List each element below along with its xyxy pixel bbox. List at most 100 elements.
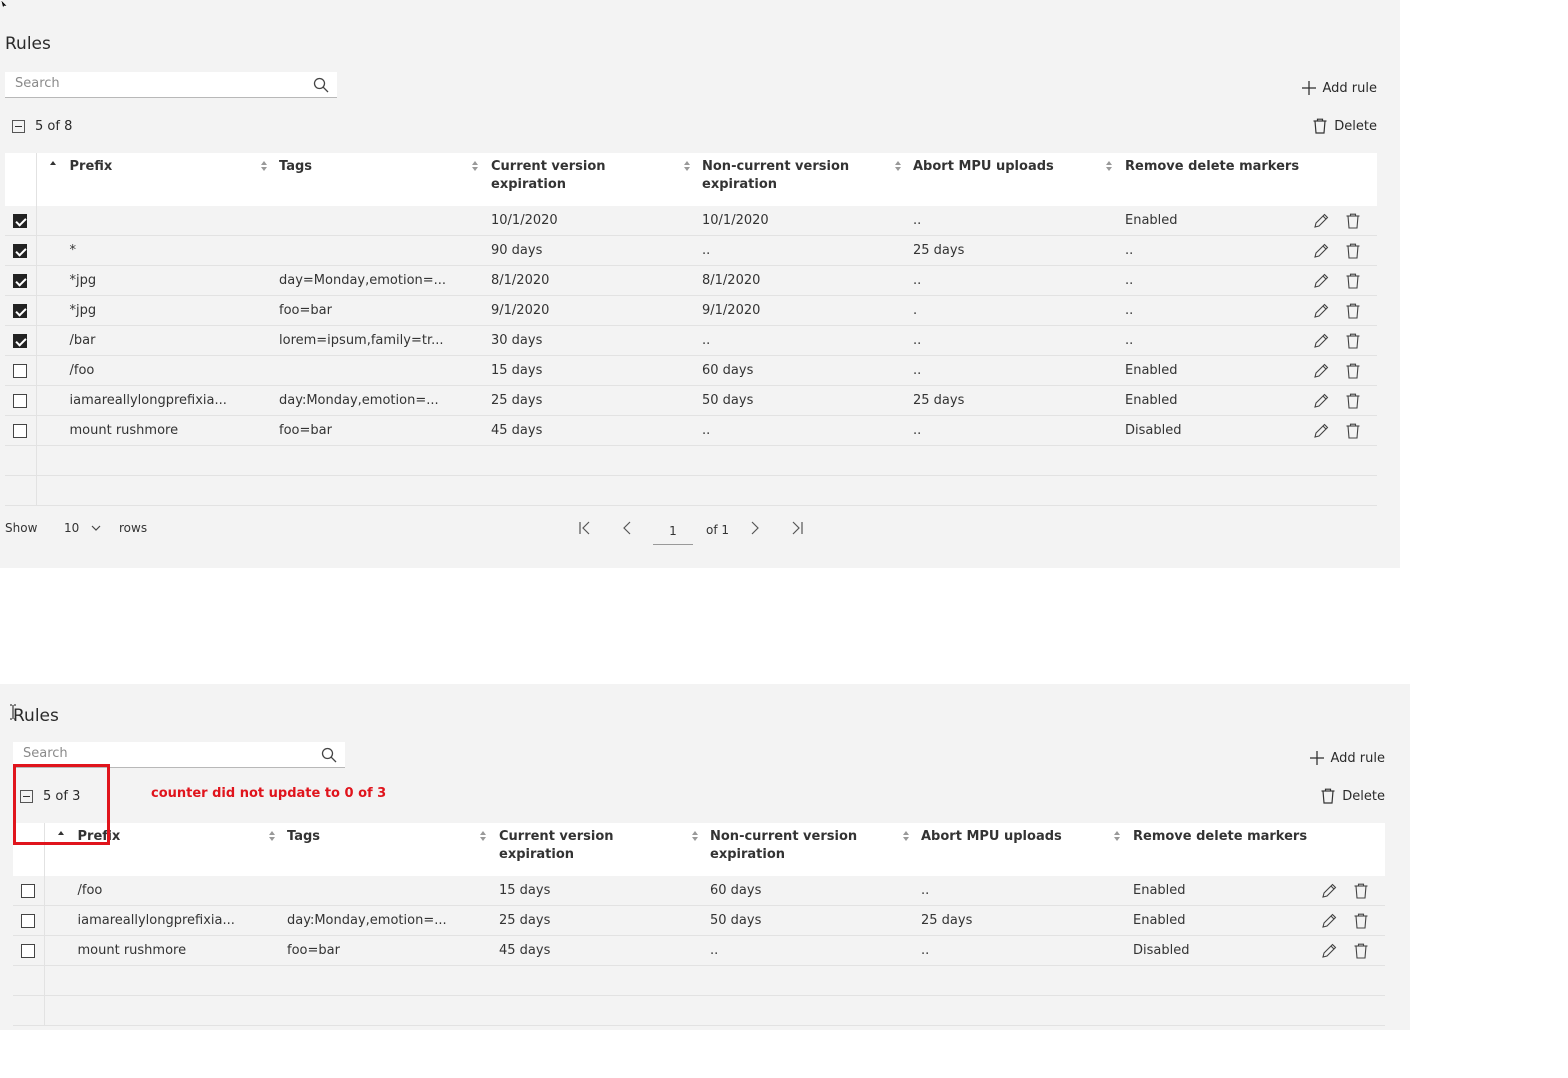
cell-abort: 25 days	[913, 385, 1125, 416]
pencil-icon[interactable]	[1313, 363, 1329, 379]
row-checkbox[interactable]	[21, 943, 36, 958]
deselect-all-checkbox[interactable]	[12, 120, 25, 133]
row-checkbox[interactable]	[13, 423, 28, 438]
trash-icon[interactable]	[1353, 943, 1369, 959]
rules-table: Prefix Tags Current version expiration N…	[13, 823, 1386, 1026]
table-row[interactable]: iamareallylongprefixia... day:Monday,emot…	[13, 905, 1386, 936]
row-checkbox[interactable]	[13, 363, 28, 378]
row-checkbox[interactable]	[13, 303, 28, 318]
table-row[interactable]: /foo 15 days 60 days.. Enabled	[13, 876, 1386, 906]
page-number-input[interactable]: 1	[653, 518, 693, 545]
trash-icon[interactable]	[1345, 363, 1361, 379]
trash-icon[interactable]	[1345, 243, 1361, 259]
column-header-current-expiration[interactable]: Current version expiration	[491, 153, 702, 206]
trash-icon[interactable]	[1345, 423, 1361, 439]
column-header-prefix[interactable]: Prefix	[36, 153, 279, 206]
cell-prefix: *	[36, 235, 279, 266]
table-row[interactable]: /foo 15 days 60 days.. Enabled	[5, 355, 1378, 386]
table-row[interactable]: 10/1/2020 10/1/2020.. Enabled	[5, 206, 1378, 236]
trash-icon[interactable]	[1345, 273, 1361, 289]
cell-abort: 25 days	[913, 235, 1125, 266]
sort-icon[interactable]	[895, 161, 901, 171]
rows-label: rows	[119, 521, 148, 535]
row-checkbox[interactable]	[13, 213, 28, 228]
trash-icon[interactable]	[1353, 883, 1369, 899]
column-header-current-expiration[interactable]: Current version expiration	[499, 823, 710, 876]
pencil-icon[interactable]	[1313, 303, 1329, 319]
sort-icon[interactable]	[684, 161, 690, 171]
pencil-icon[interactable]	[1321, 943, 1337, 959]
row-checkbox[interactable]	[21, 883, 36, 898]
trash-icon[interactable]	[1353, 913, 1369, 929]
table-row[interactable]: *jpg day=Monday,emotion=... 8/1/2020 8/1/20…	[5, 265, 1378, 296]
cell-prefix: /bar	[36, 325, 279, 356]
search-icon[interactable]	[313, 77, 329, 93]
column-header-tags[interactable]: Tags	[287, 823, 499, 876]
trash-icon[interactable]	[1345, 333, 1361, 349]
sort-icon[interactable]	[472, 161, 478, 171]
sort-icon[interactable]	[692, 831, 698, 841]
pencil-icon[interactable]	[1321, 913, 1337, 929]
first-page-icon[interactable]	[577, 520, 593, 536]
pencil-icon[interactable]	[1321, 883, 1337, 899]
sort-icon[interactable]	[1106, 161, 1112, 171]
delete-button[interactable]: Delete	[1312, 118, 1377, 134]
pencil-icon[interactable]	[1313, 213, 1329, 229]
pencil-icon[interactable]	[1313, 423, 1329, 439]
row-checkbox[interactable]	[13, 243, 28, 258]
table-row[interactable]: mount rushmore foo=bar 45 days.... Disabled	[5, 415, 1378, 446]
previous-page-icon[interactable]	[619, 520, 635, 536]
column-header-abort-mpu[interactable]: Abort MPU uploads	[921, 823, 1133, 876]
search-field[interactable]	[5, 72, 337, 98]
trash-icon[interactable]	[1345, 393, 1361, 409]
search-input[interactable]	[15, 76, 295, 91]
annotation-note: counter did not update to 0 of 3	[151, 786, 387, 801]
next-page-icon[interactable]	[747, 520, 763, 536]
row-select-cell	[5, 265, 37, 296]
pencil-icon[interactable]	[1313, 333, 1329, 349]
cell-remove: ..	[1125, 295, 1311, 326]
row-checkbox[interactable]	[13, 273, 28, 288]
row-select-cell	[5, 385, 37, 416]
table-row[interactable]: /bar lorem=ipsum,family=tr... 30 days.....…	[5, 325, 1378, 356]
cell-tags: day:Monday,emotion=...	[287, 905, 499, 936]
row-checkbox[interactable]	[13, 333, 28, 348]
column-header-tags[interactable]: Tags	[279, 153, 491, 206]
cell-remove: ..	[1125, 325, 1311, 356]
cell-remove: Enabled	[1125, 206, 1311, 236]
trash-icon[interactable]	[1345, 303, 1361, 319]
column-header-noncurrent-expiration[interactable]: Non-current version expiration	[710, 823, 921, 876]
pencil-icon[interactable]	[1313, 243, 1329, 259]
column-header-abort-mpu[interactable]: Abort MPU uploads	[913, 153, 1125, 206]
column-header-remove-delete-markers[interactable]: Remove delete markers	[1133, 823, 1386, 876]
sort-icon[interactable]	[480, 831, 486, 841]
cell-remove: Disabled	[1133, 935, 1319, 966]
sort-icon[interactable]	[268, 831, 275, 841]
rows-per-page-select[interactable]: 10	[64, 521, 101, 535]
trash-icon[interactable]	[1345, 213, 1361, 229]
table-row[interactable]: * 90 days.. 25 days..	[5, 235, 1378, 266]
pencil-icon[interactable]	[1313, 393, 1329, 409]
rules-panel-top: Rules Add rule 5 of 8 Delete	[0, 0, 1400, 568]
pencil-icon[interactable]	[1313, 273, 1329, 289]
sort-icon[interactable]	[260, 161, 267, 171]
search-icon[interactable]	[321, 747, 337, 763]
add-rule-button[interactable]: Add rule	[1309, 750, 1385, 766]
sort-icon[interactable]	[903, 831, 909, 841]
cell-remove: Enabled	[1133, 905, 1319, 936]
sort-icon[interactable]	[49, 161, 56, 171]
row-checkbox[interactable]	[13, 393, 28, 408]
row-checkbox[interactable]	[21, 913, 36, 928]
cell-current: 10/1/2020	[491, 206, 702, 236]
last-page-icon[interactable]	[789, 520, 805, 536]
delete-button[interactable]: Delete	[1320, 788, 1385, 804]
table-row[interactable]: iamareallylongprefixia... day:Monday,emot…	[5, 385, 1378, 416]
column-header-noncurrent-expiration[interactable]: Non-current version expiration	[702, 153, 913, 206]
rules-table: Prefix Tags Current version expiration N…	[5, 153, 1378, 506]
column-header-remove-delete-markers[interactable]: Remove delete markers	[1125, 153, 1378, 206]
sort-icon[interactable]	[1114, 831, 1120, 841]
table-row[interactable]: *jpg foo=bar 9/1/2020 9/1/2020...	[5, 295, 1378, 326]
add-rule-button[interactable]: Add rule	[1301, 80, 1377, 96]
search-input[interactable]	[23, 746, 303, 761]
table-row[interactable]: mount rushmore foo=bar 45 days.... Disabled	[13, 935, 1386, 966]
